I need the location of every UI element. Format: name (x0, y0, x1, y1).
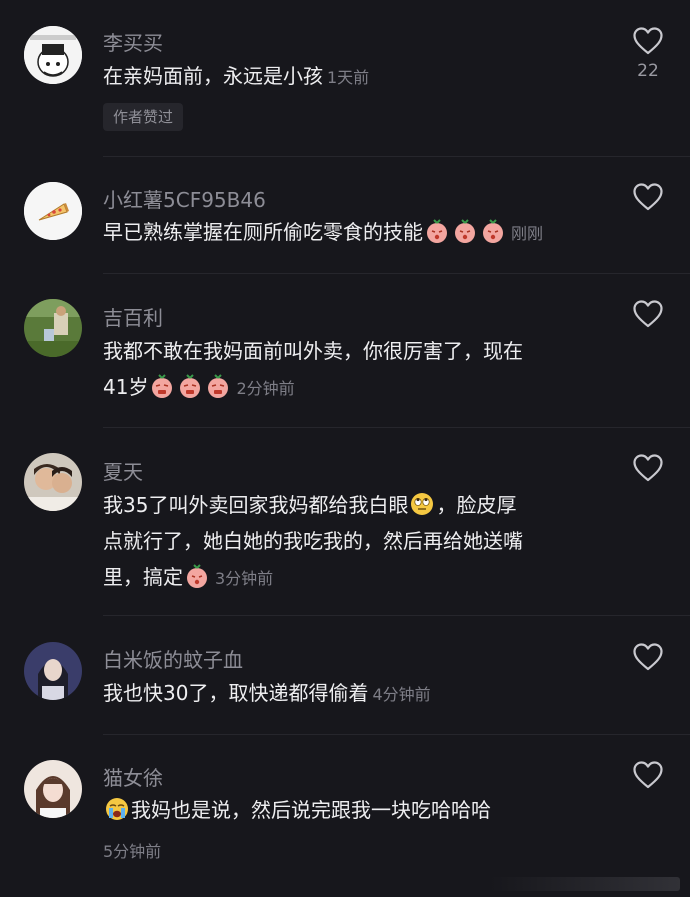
comment-text: 早已熟练掌握在厕所偷吃零食的技能 刚刚 (103, 214, 603, 252)
watermark (490, 877, 680, 891)
photo-avatar-grass-icon (24, 299, 82, 357)
comment-text-line: 点就行了，她白她的我吃我的，然后再给她送嘴 (103, 529, 523, 553)
pizza-avatar-icon (24, 182, 82, 240)
comment-text: 在亲妈面前，永远是小孩 1天前 (103, 58, 603, 96)
like-button[interactable] (632, 453, 664, 483)
divider (103, 734, 690, 735)
heart-icon (633, 454, 663, 482)
avatar[interactable] (24, 26, 82, 84)
comment-text-line: 我都不敢在我妈面前叫外卖，你很厉害了，现在 (103, 339, 523, 363)
peach-emoji-icon (177, 373, 203, 399)
comment-text: 我妈也是说，然后说完跟我一块吃哈哈哈 (103, 792, 603, 828)
like-button[interactable] (632, 642, 664, 672)
avatar[interactable] (24, 299, 82, 357)
heart-icon (633, 27, 663, 55)
divider (103, 615, 690, 616)
comment-username[interactable]: 猫女徐 (103, 762, 163, 791)
divider (103, 427, 690, 428)
like-button[interactable] (632, 182, 664, 212)
comment-text: 我也快30了，取快递都得偷着 4分钟前 (103, 675, 603, 713)
like-button[interactable] (632, 760, 664, 790)
comment-time: 刚刚 (511, 224, 544, 243)
comment-text-line: 里，搞定 3分钟前 (103, 559, 603, 597)
avatar[interactable] (24, 760, 82, 818)
comment-text-line: 41岁 2分钟前 (103, 369, 603, 407)
author-liked-badge: 作者赞过 (103, 103, 184, 131)
comment-time: 1天前 (327, 68, 370, 87)
comment-username[interactable]: 吉百利 (103, 302, 163, 331)
heart-icon (633, 300, 663, 328)
avatar[interactable] (24, 453, 82, 511)
comment-username[interactable]: 夏天 (103, 456, 143, 485)
comment-text: 我35了叫外卖回家我妈都给我白眼 ，脸皮厚 点就行了，她白她的我吃我的，然后再给她… (103, 487, 603, 597)
photo-avatar-couple-icon (24, 453, 82, 511)
comment-text-content: 早已熟练掌握在厕所偷吃零食的技能 (103, 220, 423, 244)
divider (103, 273, 690, 274)
heart-icon (633, 761, 663, 789)
avatar[interactable] (24, 642, 82, 700)
like-button[interactable] (632, 26, 664, 56)
avatar[interactable] (24, 182, 82, 240)
comment-text-content: 我妈也是说，然后说完跟我一块吃哈哈哈 (131, 798, 491, 822)
comment-text-content: 41岁 (103, 375, 149, 399)
comment-username[interactable]: 白米饭的蚊子血 (103, 644, 243, 673)
peach-emoji-icon (424, 218, 450, 244)
heart-icon (633, 183, 663, 211)
peach-emoji-icon (205, 373, 231, 399)
peach-emoji-icon (184, 563, 210, 589)
comment-username[interactable]: 小红薯5CF95B46 (103, 184, 266, 213)
cartoon-avatar-icon (24, 26, 82, 84)
peach-emoji-icon (149, 373, 175, 399)
comment-time: 5分钟前 (103, 842, 162, 861)
comment-text-line: 我35了叫外卖回家我妈都给我白眼 ，脸皮厚 (103, 487, 603, 523)
comment-text-content: 里，搞定 (103, 565, 183, 589)
peach-emoji-icon (452, 218, 478, 244)
comment-time: 3分钟前 (215, 569, 274, 588)
like-button[interactable] (632, 299, 664, 329)
crying-emoji-icon (104, 796, 130, 822)
comment-text: 我都不敢在我妈面前叫外卖，你很厉害了，现在 41岁 2分钟前 (103, 333, 603, 407)
peach-emoji-icon (480, 218, 506, 244)
comment-time: 4分钟前 (372, 685, 431, 704)
eye-roll-emoji-icon (409, 491, 435, 517)
comment-text-content: 我也快30了，取快递都得偷着 (103, 681, 369, 705)
comment-username[interactable]: 李买买 (103, 27, 163, 56)
comment-text-content: ，脸皮厚 (436, 493, 517, 517)
photo-avatar-girl-light-icon (24, 760, 82, 818)
heart-icon (633, 643, 663, 671)
like-count: 22 (637, 61, 659, 81)
comment-time: 2分钟前 (236, 379, 295, 398)
comment-text-content: 我35了叫外卖回家我妈都给我白眼 (103, 493, 409, 517)
comment-text-content: 在亲妈面前，永远是小孩 (103, 64, 323, 88)
photo-avatar-girl-dark-icon (24, 642, 82, 700)
divider (103, 156, 690, 157)
